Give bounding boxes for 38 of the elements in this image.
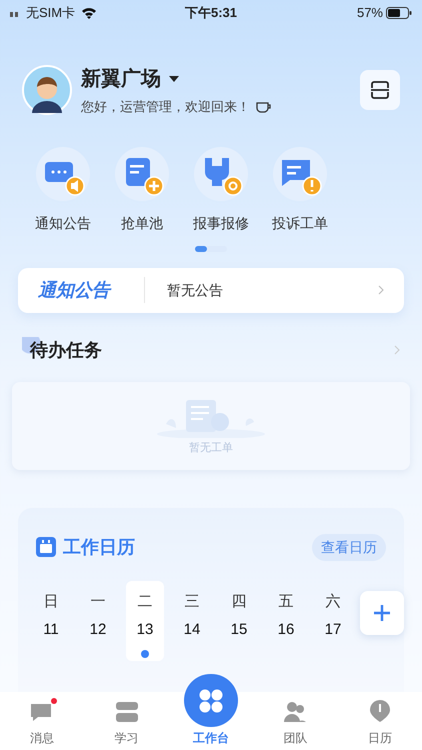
- empty-state-text: 暂无工单: [189, 440, 233, 456]
- wifi-icon: [81, 7, 98, 19]
- calendar-icon: [36, 537, 56, 557]
- calendar-day[interactable]: 日 11: [32, 580, 70, 660]
- chevron-right-icon: [378, 285, 384, 295]
- grid-icon: [198, 688, 224, 714]
- signal-icon: [10, 9, 20, 17]
- tab-item[interactable]: 学习: [84, 692, 169, 750]
- calendar-day[interactable]: 一 12: [79, 580, 117, 660]
- tab-item[interactable]: 日历: [338, 692, 422, 750]
- plus-icon: [373, 604, 391, 622]
- avatar: [22, 65, 72, 116]
- calendar-day[interactable]: 五 16: [267, 580, 305, 660]
- carrier-text: 无SIM卡: [26, 4, 76, 22]
- calendar-day[interactable]: 二 13: [126, 580, 164, 660]
- scan-button[interactable]: [360, 70, 400, 110]
- scan-icon: [370, 80, 390, 100]
- tab-item[interactable]: 工作台: [168, 674, 254, 750]
- pin-icon: [368, 699, 391, 723]
- tab-item[interactable]: 消息: [0, 692, 84, 750]
- calendar-day[interactable]: 三 14: [173, 580, 211, 660]
- notice-text: 暂无公告: [167, 280, 224, 300]
- add-button[interactable]: [360, 591, 404, 635]
- clock-text: 下午5:31: [184, 4, 238, 22]
- book-stack-icon: [114, 701, 139, 723]
- coffee-cup-icon: [256, 100, 272, 113]
- calendar-day[interactable]: 四 15: [220, 580, 258, 660]
- notice-logo-text: 通知公告: [38, 278, 112, 302]
- greeting-text: 您好，运营管理，欢迎回来！: [81, 98, 250, 116]
- people-icon: [283, 701, 308, 723]
- calendar-day[interactable]: 六 17: [314, 580, 352, 660]
- project-name[interactable]: 新翼广场: [81, 64, 161, 94]
- dropdown-caret-icon[interactable]: [169, 76, 179, 82]
- tab-item[interactable]: 团队: [253, 692, 338, 750]
- notice-card[interactable]: 通知公告 暂无公告: [18, 268, 404, 312]
- battery-text: 57%: [356, 4, 383, 22]
- battery-icon: [386, 7, 412, 19]
- calendar-title: 工作日历: [63, 536, 136, 558]
